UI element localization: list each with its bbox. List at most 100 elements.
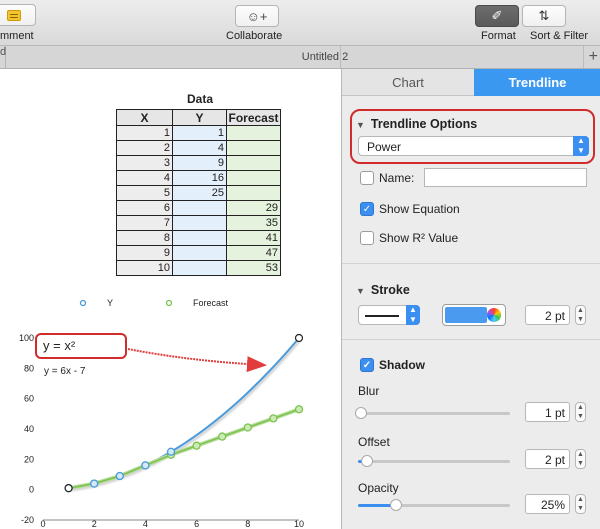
blur-label: Blur — [358, 384, 380, 398]
column-header[interactable]: Forecast — [226, 109, 281, 126]
table-cell[interactable]: 41 — [226, 230, 281, 246]
table-cell[interactable]: 3 — [116, 155, 173, 171]
table-row: 7 35 — [116, 215, 281, 231]
table-cell[interactable] — [172, 230, 227, 246]
table-cell[interactable]: 8 — [116, 230, 173, 246]
trendline-start-marker — [64, 484, 73, 493]
opacity-slider-knob[interactable] — [390, 499, 402, 511]
trendline-name-field[interactable] — [424, 168, 587, 187]
table-cell[interactable]: 29 — [226, 200, 281, 216]
trendline-type-popup[interactable]: Power ▲ ▼ — [358, 136, 589, 156]
tab-trendline[interactable]: Trendline — [474, 69, 600, 96]
table-cell[interactable]: 10 — [116, 260, 173, 276]
opacity-label: Opacity — [358, 481, 399, 495]
format-button[interactable]: ✐ — [475, 5, 519, 27]
table-row: 9 47 — [116, 245, 281, 261]
trendline-power — [68, 337, 300, 490]
color-wheel-icon[interactable] — [487, 308, 501, 322]
shadow-checkbox[interactable]: ✓ — [360, 358, 374, 372]
table-cell[interactable]: 4 — [172, 140, 227, 156]
table-cell[interactable]: 2 — [116, 140, 173, 156]
stroke-header[interactable]: ▼ Stroke — [356, 283, 410, 297]
blur-field[interactable]: 1 pt — [525, 402, 570, 422]
blur-stepper[interactable]: ▲ ▼ — [575, 402, 586, 422]
blur-slider-knob[interactable] — [355, 407, 367, 419]
y-point — [141, 461, 150, 470]
x-tick-label: 2 — [92, 519, 97, 529]
table-cell[interactable] — [172, 215, 227, 231]
y-tick-label: 0 — [29, 485, 34, 495]
table-cell[interactable] — [172, 245, 227, 261]
column-header[interactable]: Y — [172, 109, 227, 126]
stroke-width-field[interactable]: 2 pt — [525, 305, 570, 325]
table-cell[interactable] — [226, 125, 281, 141]
opacity-slider[interactable] — [358, 499, 510, 511]
collaborate-label: Collaborate — [226, 30, 283, 42]
table-cell[interactable]: 5 — [116, 185, 173, 201]
previous-document-tab[interactable]: d — [0, 46, 6, 68]
name-checkbox[interactable] — [360, 171, 374, 185]
toolbar: mment ☺+ Collaborate ✐ Format ⇅ Sort & F… — [0, 0, 600, 46]
data-table[interactable]: X Y Forecast 1 1 2 4 3 9 4 16 5 25 6 29 7 35 8 41 9 47 10 5… — [116, 109, 281, 276]
opacity-stepper[interactable]: ▲ ▼ — [575, 494, 586, 514]
table-cell[interactable] — [226, 170, 281, 186]
y-tick-label: 100 — [19, 333, 34, 343]
table-cell[interactable]: 53 — [226, 260, 281, 276]
table-cell[interactable]: 4 — [116, 170, 173, 186]
table-cell[interactable]: 1 — [172, 125, 227, 141]
sheet-canvas: Data X Y Forecast 1 1 2 4 3 9 4 16 5 25 6 29 7 35 8 41 9… — [0, 69, 341, 529]
stroke-width-stepper[interactable]: ▲ ▼ — [575, 305, 586, 325]
table-cell[interactable]: 35 — [226, 215, 281, 231]
forecast-point — [192, 441, 201, 450]
table-cell[interactable]: 7 — [116, 215, 173, 231]
x-tick-label: 0 — [40, 519, 45, 529]
document-title[interactable]: Untitled 2 — [260, 51, 390, 63]
collaborate-button[interactable]: ☺+ — [235, 5, 279, 27]
popup-chevron-icon: ▲ ▼ — [406, 305, 420, 325]
offset-slider[interactable] — [358, 455, 510, 467]
table-cell[interactable] — [226, 155, 281, 171]
table-cell[interactable] — [172, 260, 227, 276]
table-cell[interactable] — [172, 200, 227, 216]
offset-slider-knob[interactable] — [361, 455, 373, 467]
sort-arrows-icon: ⇅ — [538, 8, 550, 23]
name-option[interactable]: Name: — [360, 171, 414, 185]
show-equation-option[interactable]: ✓ Show Equation — [360, 202, 460, 216]
table-cell[interactable]: 6 — [116, 200, 173, 216]
y-tick-label: -20 — [21, 515, 34, 525]
column-header[interactable]: X — [116, 109, 173, 126]
y-point — [166, 447, 176, 456]
show-r2-checkbox[interactable] — [360, 231, 374, 245]
sort-filter-button[interactable]: ⇅ — [522, 5, 566, 27]
blur-slider[interactable] — [355, 407, 510, 419]
opacity-field[interactable]: 25% — [525, 494, 570, 514]
table-row: 10 53 — [116, 260, 281, 276]
show-r2-option[interactable]: Show R² Value — [360, 231, 458, 245]
table-cell[interactable] — [226, 140, 281, 156]
show-equation-checkbox[interactable]: ✓ — [360, 202, 374, 216]
table-cell[interactable] — [226, 185, 281, 201]
table-cell[interactable]: 16 — [172, 170, 227, 186]
table-cell[interactable]: 9 — [172, 155, 227, 171]
y-point — [90, 479, 99, 488]
table-cell[interactable]: 1 — [116, 125, 173, 141]
forecast-point — [243, 423, 252, 432]
scatter-chart[interactable]: Y Forecast 0 2 4 6 8 10 -20 0 20 40 60 80 100 y = 6x … — [0, 291, 341, 529]
collaborate-icon: ☺+ — [246, 8, 268, 24]
table-cell[interactable]: 9 — [116, 245, 173, 261]
disclosure-triangle-icon: ▼ — [356, 286, 365, 296]
shadow-option[interactable]: ✓ Shadow — [360, 358, 425, 372]
shadow-label: Shadow — [379, 358, 426, 372]
tab-chart[interactable]: Chart — [342, 69, 474, 96]
comment-button[interactable] — [0, 4, 36, 26]
offset-field[interactable]: 2 pt — [525, 449, 570, 469]
equation-highlight: y = x² — [35, 333, 127, 359]
stroke-color-well[interactable] — [442, 304, 506, 326]
new-tab-button[interactable]: + — [589, 48, 598, 66]
trendline-type-value: Power — [367, 140, 402, 154]
offset-label: Offset — [358, 435, 390, 449]
table-cell[interactable]: 47 — [226, 245, 281, 261]
table-cell[interactable]: 25 — [172, 185, 227, 201]
stroke-style-popup[interactable]: ▲ ▼ — [358, 305, 420, 325]
offset-stepper[interactable]: ▲ ▼ — [575, 449, 586, 469]
